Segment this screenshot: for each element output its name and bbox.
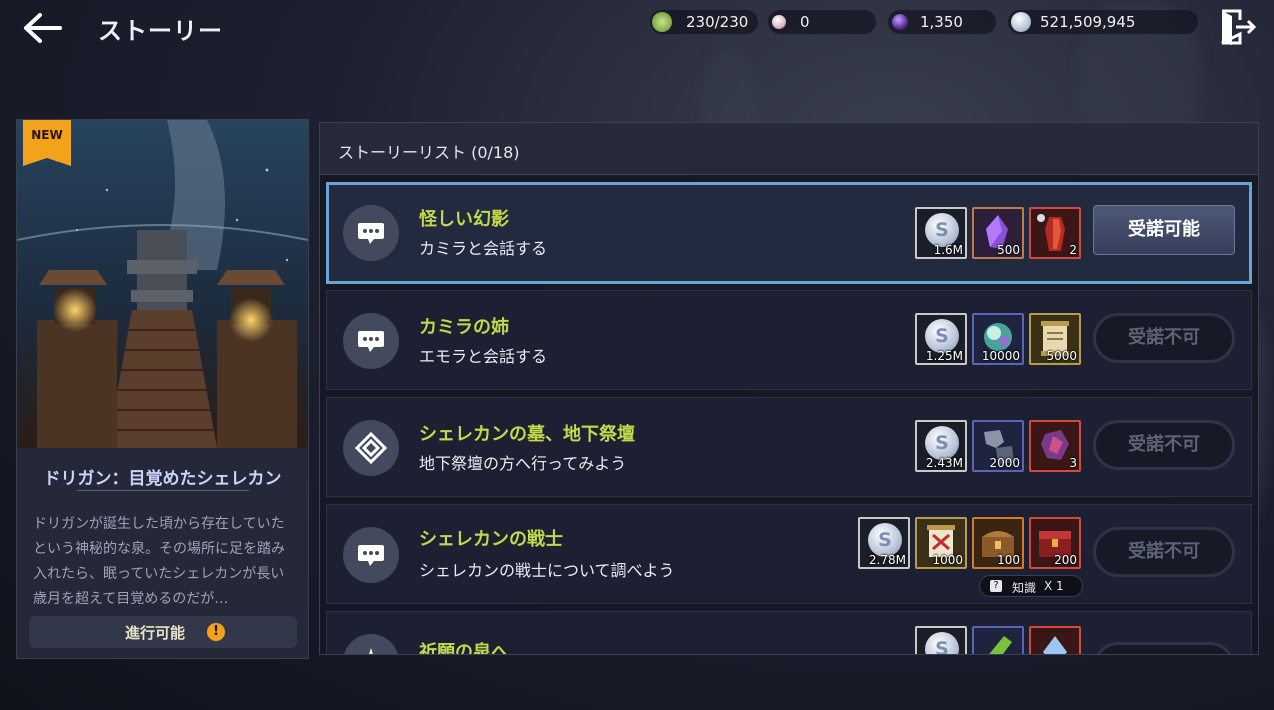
blue-crystal-icon bbox=[1043, 636, 1067, 654]
reward-spirit-orb[interactable]: 10000 bbox=[972, 313, 1024, 365]
reward-silver[interactable]: S 2.43M bbox=[915, 420, 967, 472]
currency-pearl: 0 bbox=[768, 10, 876, 34]
quest-title: 祈願の泉へ bbox=[419, 642, 509, 655]
story-card[interactable]: NEW ドリガン：目覚めたシェレカン ドリガンが誕生した頃から存在していたという… bbox=[16, 119, 309, 659]
reward-red-crystal[interactable]: 3 bbox=[1029, 420, 1081, 472]
story-list-count: ストーリーリスト (0/18) bbox=[338, 143, 520, 162]
back-button[interactable] bbox=[20, 10, 64, 46]
question-icon: ? bbox=[990, 580, 1002, 592]
accept-button[interactable]: 受諾可能 bbox=[1093, 205, 1235, 255]
reward-red-scroll[interactable]: 1000 bbox=[915, 517, 967, 569]
reward-silver[interactable]: S 1.25M bbox=[915, 313, 967, 365]
reward-qty: 1000 bbox=[932, 553, 963, 567]
pearl-value: 0 bbox=[800, 13, 810, 31]
story-illustration bbox=[17, 120, 308, 448]
story-status-label: 進行可能 bbox=[125, 624, 186, 642]
exit-button[interactable] bbox=[1218, 8, 1258, 46]
reward-qty: 2.43M bbox=[925, 456, 963, 470]
reward-qty: 1.6M bbox=[933, 243, 963, 257]
story-list-panel: ストーリーリスト (0/18) 怪しい幻影 カミラと会話する S 1.6M 50… bbox=[319, 122, 1259, 655]
reward-red-armor[interactable]: 2 bbox=[1029, 207, 1081, 259]
story-description: ドリガンが誕生した頃から存在していたという神秘的な泉。その場所に足を踏み入れたら… bbox=[33, 516, 285, 607]
reward-qty: 100 bbox=[997, 553, 1020, 567]
quest-subtitle: エモラと会話する bbox=[419, 347, 548, 366]
quest-row[interactable]: カミラの姉 エモラと会話する S 1.25M 10000 5000 受諾不可 bbox=[326, 290, 1252, 390]
accept-button[interactable]: 受諾不可 bbox=[1093, 313, 1235, 363]
quest-row[interactable]: シェレカンの墓、地下祭壇 地下祭壇の方へ行ってみよう S 2.43M 2000 … bbox=[326, 397, 1252, 497]
reward-qty: 500 bbox=[997, 243, 1020, 257]
quest-title: シェレカンの戦士 bbox=[419, 529, 563, 550]
currency-dark-orb: 1,350 bbox=[888, 10, 996, 34]
accept-button[interactable]: 受諾不可 bbox=[1093, 420, 1235, 470]
quest-row[interactable]: 怪しい幻影 カミラと会話する S 1.6M 500 2 受諾可能 bbox=[326, 182, 1252, 284]
reward-qty: 10000 bbox=[981, 349, 1020, 363]
reward-silver[interactable]: S 1.6M bbox=[915, 207, 967, 259]
star-icon bbox=[343, 634, 399, 654]
silver-coin-icon: S bbox=[925, 319, 959, 353]
reward-green-crystal[interactable] bbox=[972, 626, 1024, 654]
alert-icon: ! bbox=[207, 623, 225, 641]
chat-icon bbox=[343, 205, 399, 261]
reward-red-chest[interactable]: 200 bbox=[1029, 517, 1081, 569]
reward-qty: 2.78M bbox=[868, 553, 906, 567]
silver-coin-icon: S bbox=[925, 632, 959, 654]
reward-silver[interactable]: S 2.78M bbox=[858, 517, 910, 569]
dark-orb-value: 1,350 bbox=[920, 13, 963, 31]
quest-row[interactable]: 祈願の泉へ S bbox=[326, 611, 1252, 655]
new-badge: NEW bbox=[23, 120, 71, 166]
reward-silver[interactable]: S bbox=[915, 626, 967, 654]
story-list-header: ストーリーリスト (0/18) bbox=[320, 123, 1258, 175]
green-crystal-icon bbox=[989, 636, 1012, 654]
quest-subtitle: 地下祭壇の方へ行ってみよう bbox=[419, 454, 627, 473]
reward-purple-crystal[interactable]: 500 bbox=[972, 207, 1024, 259]
quest-title: シェレカンの墓、地下祭壇 bbox=[419, 424, 635, 445]
silver-coin-icon bbox=[1011, 12, 1031, 32]
reward-qty: 3 bbox=[1069, 456, 1077, 470]
quest-title: カミラの姉 bbox=[419, 317, 509, 338]
reward-qty: 2000 bbox=[989, 456, 1020, 470]
pearl-icon bbox=[772, 15, 786, 29]
quest-title: 怪しい幻影 bbox=[419, 209, 509, 230]
reward-qty: 5000 bbox=[1046, 349, 1077, 363]
stamina-icon bbox=[652, 12, 672, 32]
silver-coin-icon: S bbox=[868, 523, 902, 557]
chat-icon bbox=[343, 313, 399, 369]
chat-icon bbox=[343, 527, 399, 583]
location-diamond-icon bbox=[343, 420, 399, 476]
stamina-value: 230/230 bbox=[686, 13, 749, 31]
accept-button[interactable]: 受諾不可 bbox=[1093, 527, 1235, 577]
dark-orb-icon bbox=[892, 14, 908, 30]
quest-row[interactable]: シェレカンの戦士 シェレカンの戦士について調べよう S 2.78M 1000 1… bbox=[326, 504, 1252, 604]
reward-black-stone[interactable]: 2000 bbox=[972, 420, 1024, 472]
reward-qty: 1.25M bbox=[925, 349, 963, 363]
reward-qty: 2 bbox=[1069, 243, 1077, 257]
new-badge-label: NEW bbox=[31, 128, 63, 142]
knowledge-reward: ? 知識 X 1 bbox=[979, 575, 1083, 597]
reward-blue-crystal[interactable] bbox=[1029, 626, 1081, 654]
story-status-button[interactable]: 進行可能 ! bbox=[29, 616, 297, 648]
page-title: ストーリー bbox=[98, 17, 223, 45]
knowledge-count: X 1 bbox=[1044, 579, 1064, 593]
title-divider bbox=[77, 490, 249, 491]
reward-qty: 200 bbox=[1054, 553, 1077, 567]
currency-silver: 521,509,945 bbox=[1008, 10, 1198, 34]
quest-subtitle: カミラと会話する bbox=[419, 239, 548, 258]
accept-button[interactable] bbox=[1093, 642, 1235, 654]
currency-stamina: 230/230 bbox=[650, 10, 758, 34]
back-arrow-icon bbox=[24, 13, 62, 43]
knowledge-label: 知識 bbox=[1012, 581, 1037, 595]
quest-subtitle: シェレカンの戦士について調べよう bbox=[419, 561, 675, 580]
silver-value: 521,509,945 bbox=[1040, 13, 1136, 31]
silver-coin-icon: S bbox=[925, 426, 959, 460]
silver-coin-icon: S bbox=[925, 213, 959, 247]
top-bar: ストーリー 230/230 0 1,350 521,509,945 bbox=[0, 0, 1274, 56]
exit-door-icon bbox=[1221, 9, 1257, 45]
story-title: ドリガン：目覚めたシェレカン bbox=[43, 469, 282, 489]
reward-treasure-chest[interactable]: 100 bbox=[972, 517, 1024, 569]
reward-scroll[interactable]: 5000 bbox=[1029, 313, 1081, 365]
